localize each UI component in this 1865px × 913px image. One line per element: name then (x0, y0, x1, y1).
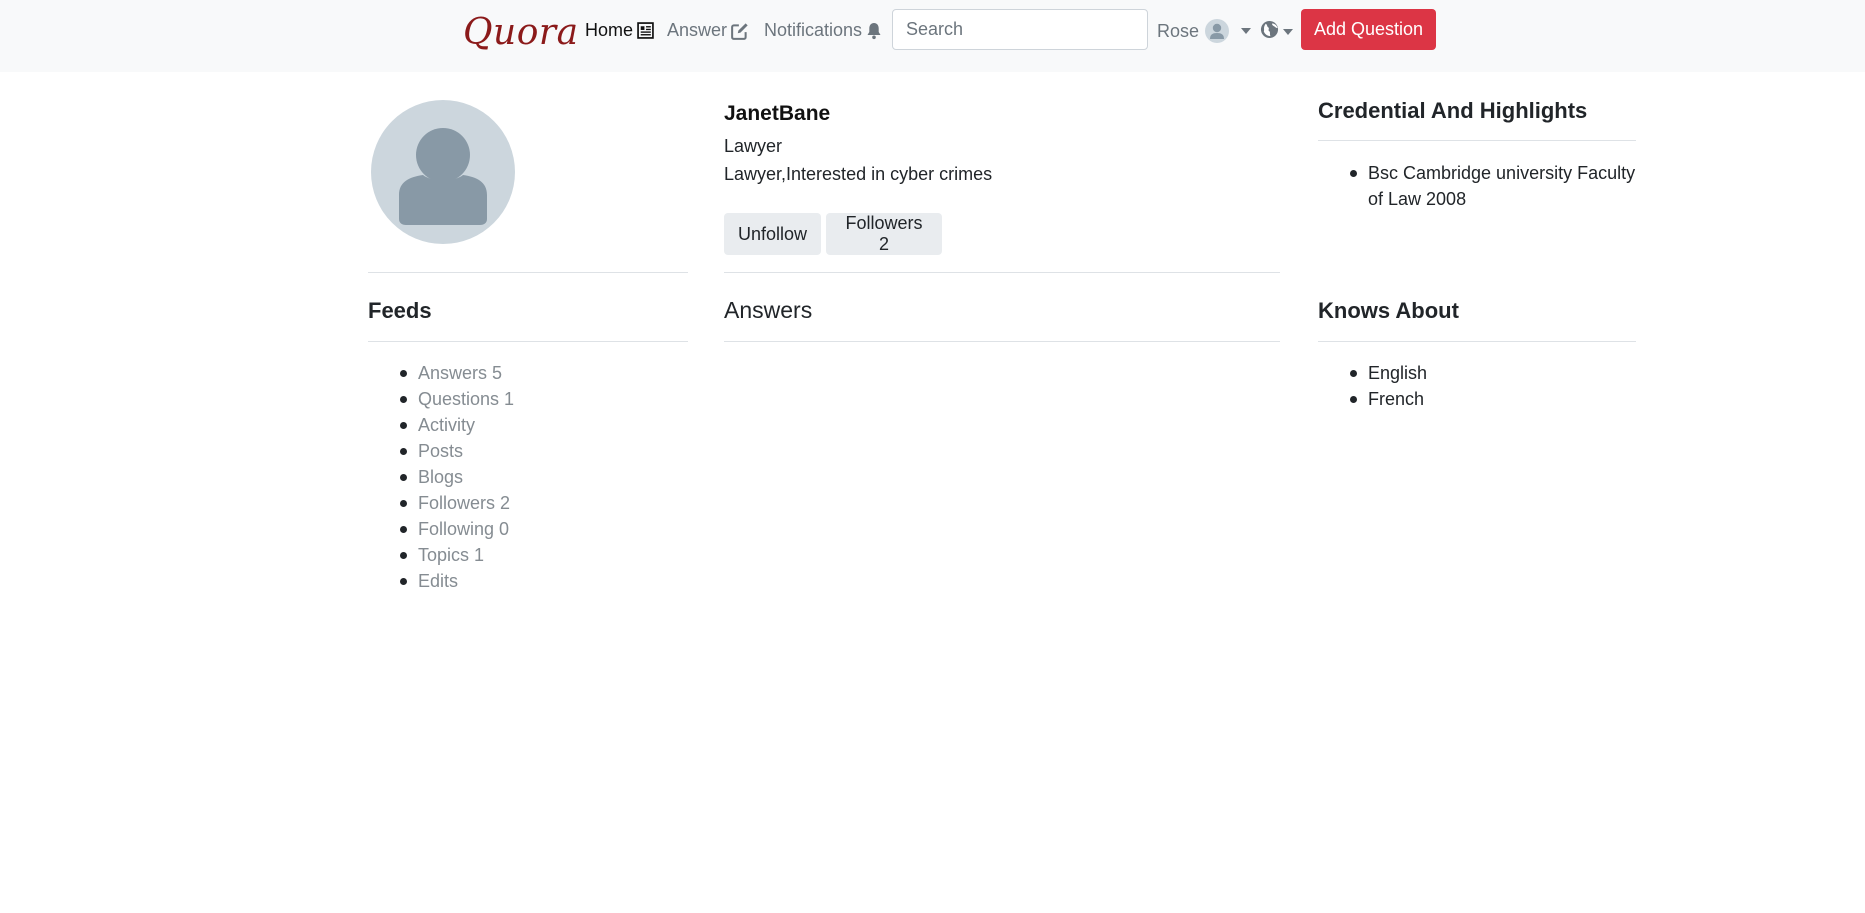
list-item: Blogs (368, 464, 514, 490)
feed-link-following[interactable]: Following 0 (418, 519, 509, 539)
feed-link-answers[interactable]: Answers 5 (418, 363, 502, 383)
brand-logo[interactable]: Quora (463, 12, 579, 53)
divider (1318, 140, 1636, 141)
list-item: Questions 1 (368, 386, 514, 412)
chevron-down-icon (1283, 29, 1293, 35)
divider (368, 272, 688, 273)
list-item: Answers 5 (368, 360, 514, 386)
feed-link-edits[interactable]: Edits (418, 571, 458, 591)
divider (724, 341, 1280, 342)
user-avatar-icon (1205, 19, 1230, 43)
nav-answer[interactable]: Answer (667, 20, 749, 41)
unfollow-button[interactable]: Unfollow (724, 213, 821, 255)
credential-item: Bsc Cambridge university Faculty of Law … (1318, 160, 1638, 212)
feed-link-posts[interactable]: Posts (418, 441, 463, 461)
credentials-title: Credential And Highlights (1318, 98, 1588, 123)
nav-home-label: Home (585, 20, 634, 40)
feed-link-topics[interactable]: Topics 1 (418, 545, 484, 565)
feed-link-followers[interactable]: Followers 2 (418, 493, 510, 513)
divider (724, 272, 1280, 273)
divider (368, 341, 688, 342)
globe-icon (1260, 20, 1279, 44)
answers-title: Answers (724, 297, 813, 323)
nav-notifications-label: Notifications (764, 20, 863, 40)
bell-icon (866, 22, 882, 40)
knows-about-list: English French (1318, 360, 1427, 412)
knows-about-title: Knows About (1318, 298, 1459, 323)
feed-link-activity[interactable]: Activity (418, 415, 475, 435)
feed-link-questions[interactable]: Questions 1 (418, 389, 514, 409)
credentials-list: Bsc Cambridge university Faculty of Law … (1318, 160, 1638, 212)
newspaper-icon (637, 22, 654, 39)
add-question-button[interactable]: Add Question (1301, 9, 1436, 50)
feed-link-blogs[interactable]: Blogs (418, 467, 463, 487)
user-name: Rose (1157, 20, 1200, 41)
profile-avatar (371, 100, 515, 244)
chevron-down-icon (1241, 28, 1252, 34)
user-silhouette-icon (399, 128, 487, 225)
divider (1318, 341, 1636, 342)
profile-description: Lawyer,Interested in cyber crimes (724, 164, 993, 184)
list-item: French (1318, 386, 1427, 412)
list-item: Posts (368, 438, 514, 464)
language-menu[interactable] (1260, 20, 1293, 44)
nav-answer-label: Answer (667, 20, 728, 40)
nav-notifications[interactable]: Notifications (764, 20, 882, 41)
list-item: Activity (368, 412, 514, 438)
list-item: Followers 2 (368, 490, 514, 516)
list-item: English (1318, 360, 1427, 386)
feeds-title: Feeds (368, 298, 432, 323)
search-input[interactable] (892, 9, 1148, 50)
edit-icon (731, 22, 749, 40)
profile-title: Lawyer (724, 136, 783, 156)
list-item: Edits (368, 568, 514, 594)
list-item: Following 0 (368, 516, 514, 542)
navbar: Quora Home Answer Notifications Search R… (0, 0, 1865, 72)
user-menu[interactable]: Rose (1157, 19, 1252, 43)
nav-home[interactable]: Home (585, 20, 654, 41)
profile-name: JanetBane (724, 102, 831, 125)
list-item: Topics 1 (368, 542, 514, 568)
followers-button[interactable]: Followers 2 (826, 213, 942, 255)
feeds-list: Answers 5 Questions 1 Activity Posts Blo… (368, 360, 514, 594)
